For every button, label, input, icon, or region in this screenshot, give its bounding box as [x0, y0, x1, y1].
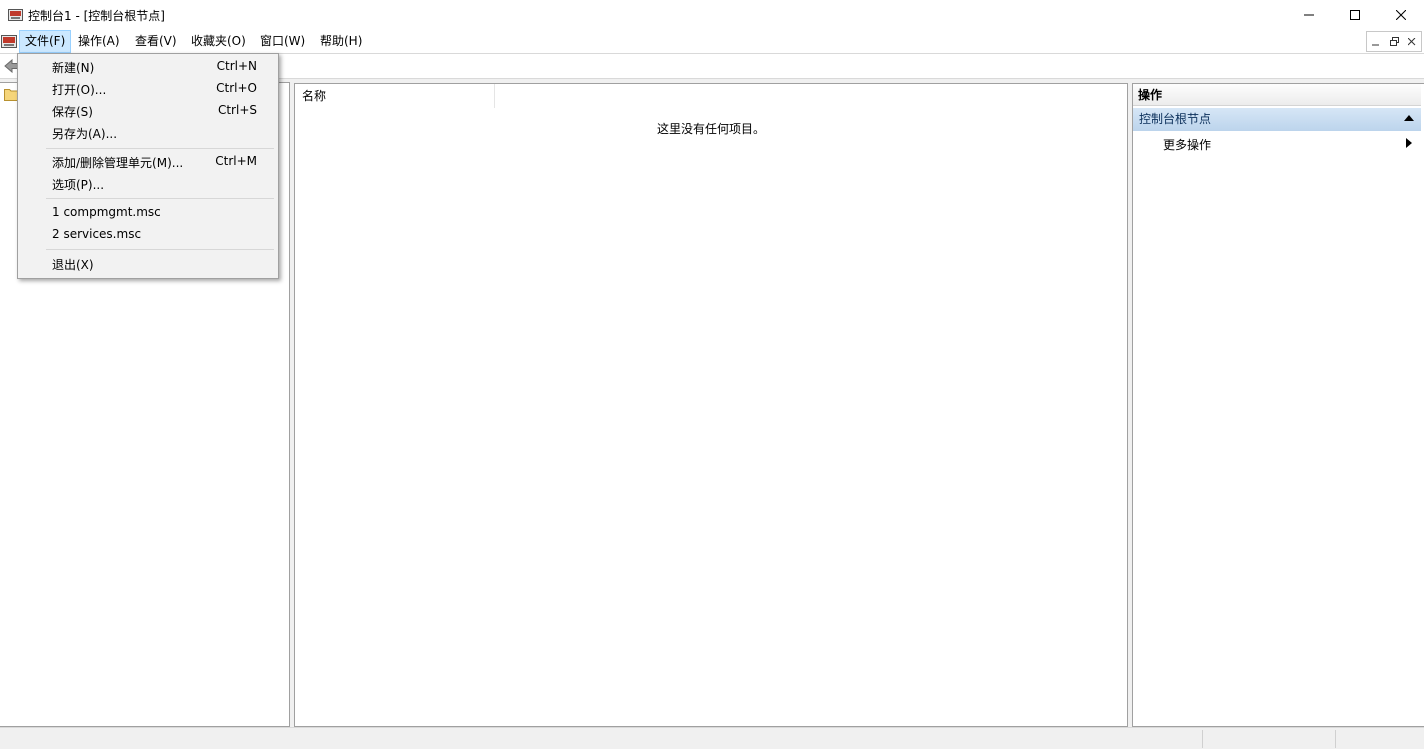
- actions-section-header[interactable]: 控制台根节点: [1133, 108, 1421, 131]
- minimize-icon: [1304, 14, 1314, 16]
- menu-item-label: 1 compmgmt.msc: [52, 205, 161, 219]
- close-icon: [1408, 37, 1416, 45]
- title-bar: [0, 0, 1424, 30]
- menu-file[interactable]: 文件(F): [19, 30, 72, 53]
- column-header-name[interactable]: 名称: [295, 84, 495, 108]
- menu-item-save-as[interactable]: 另存为(A)...: [52, 125, 257, 142]
- menu-action[interactable]: 操作(A): [73, 30, 125, 53]
- status-bar: [0, 727, 1424, 749]
- menu-item-options[interactable]: 选项(P)...: [52, 176, 257, 193]
- menu-item-label: 选项(P)...: [52, 178, 105, 192]
- actions-pane-title: 操作: [1133, 84, 1421, 106]
- submenu-arrow-icon: [1406, 138, 1412, 148]
- mmc-console-icon[interactable]: [1, 33, 17, 49]
- menu-item-shortcut: Ctrl+N: [216, 59, 257, 73]
- menu-item-label: 退出(X): [52, 258, 94, 272]
- menu-item-label: 打开(O)...: [52, 83, 107, 97]
- mdi-window-controls: [1366, 31, 1422, 52]
- menu-separator: [46, 148, 274, 149]
- menu-item-new[interactable]: 新建(N) Ctrl+N: [52, 59, 257, 76]
- menu-item-add-remove-snapin[interactable]: 添加/删除管理单元(M)... Ctrl+M: [52, 154, 257, 171]
- menu-item-save[interactable]: 保存(S) Ctrl+S: [52, 103, 257, 120]
- menu-item-label: 保存(S): [52, 105, 93, 119]
- status-separator: [1202, 730, 1203, 748]
- menu-separator: [46, 198, 274, 199]
- menu-item-exit[interactable]: 退出(X): [52, 256, 257, 273]
- empty-list-message: 这里没有任何项目。: [656, 122, 765, 136]
- window-title: 控制台1 - [控制台根节点]: [28, 9, 165, 23]
- close-icon: [1396, 10, 1406, 20]
- menu-help[interactable]: 帮助(H): [315, 30, 367, 53]
- minimize-button[interactable]: [1286, 0, 1332, 30]
- menu-item-open[interactable]: 打开(O)... Ctrl+O: [52, 81, 257, 98]
- restore-icon: [1389, 37, 1399, 46]
- more-actions-item[interactable]: 更多操作: [1163, 136, 1211, 153]
- actions-pane: [1132, 83, 1424, 727]
- menu-item-shortcut: Ctrl+S: [217, 103, 257, 117]
- menu-item-label: 添加/删除管理单元(M)...: [52, 156, 184, 170]
- minimize-icon: [1372, 44, 1379, 45]
- mdi-restore-button[interactable]: [1385, 32, 1403, 51]
- menu-window[interactable]: 窗口(W): [255, 30, 310, 53]
- menu-separator: [46, 249, 274, 250]
- menu-item-label: 另存为(A)...: [52, 127, 118, 141]
- list-pane[interactable]: [294, 83, 1128, 727]
- mdi-close-button[interactable]: [1403, 32, 1421, 51]
- menu-item-recent-2[interactable]: 2 services.msc: [52, 227, 257, 241]
- collapse-up-icon[interactable]: [1404, 115, 1414, 121]
- menu-item-label: 新建(N): [52, 61, 95, 75]
- menu-item-shortcut: Ctrl+M: [215, 154, 257, 168]
- menu-item-label: 2 services.msc: [52, 227, 142, 241]
- mdi-minimize-button[interactable]: [1367, 32, 1385, 51]
- menu-item-shortcut: Ctrl+O: [216, 81, 257, 95]
- status-separator: [1335, 730, 1336, 748]
- close-button[interactable]: [1378, 0, 1424, 30]
- menu-item-recent-1[interactable]: 1 compmgmt.msc: [52, 205, 257, 219]
- menu-view[interactable]: 查看(V): [130, 30, 182, 53]
- mmc-console-icon: [8, 9, 23, 21]
- maximize-button[interactable]: [1332, 0, 1378, 30]
- menu-favorites[interactable]: 收藏夹(O): [186, 30, 251, 53]
- maximize-icon: [1350, 10, 1360, 20]
